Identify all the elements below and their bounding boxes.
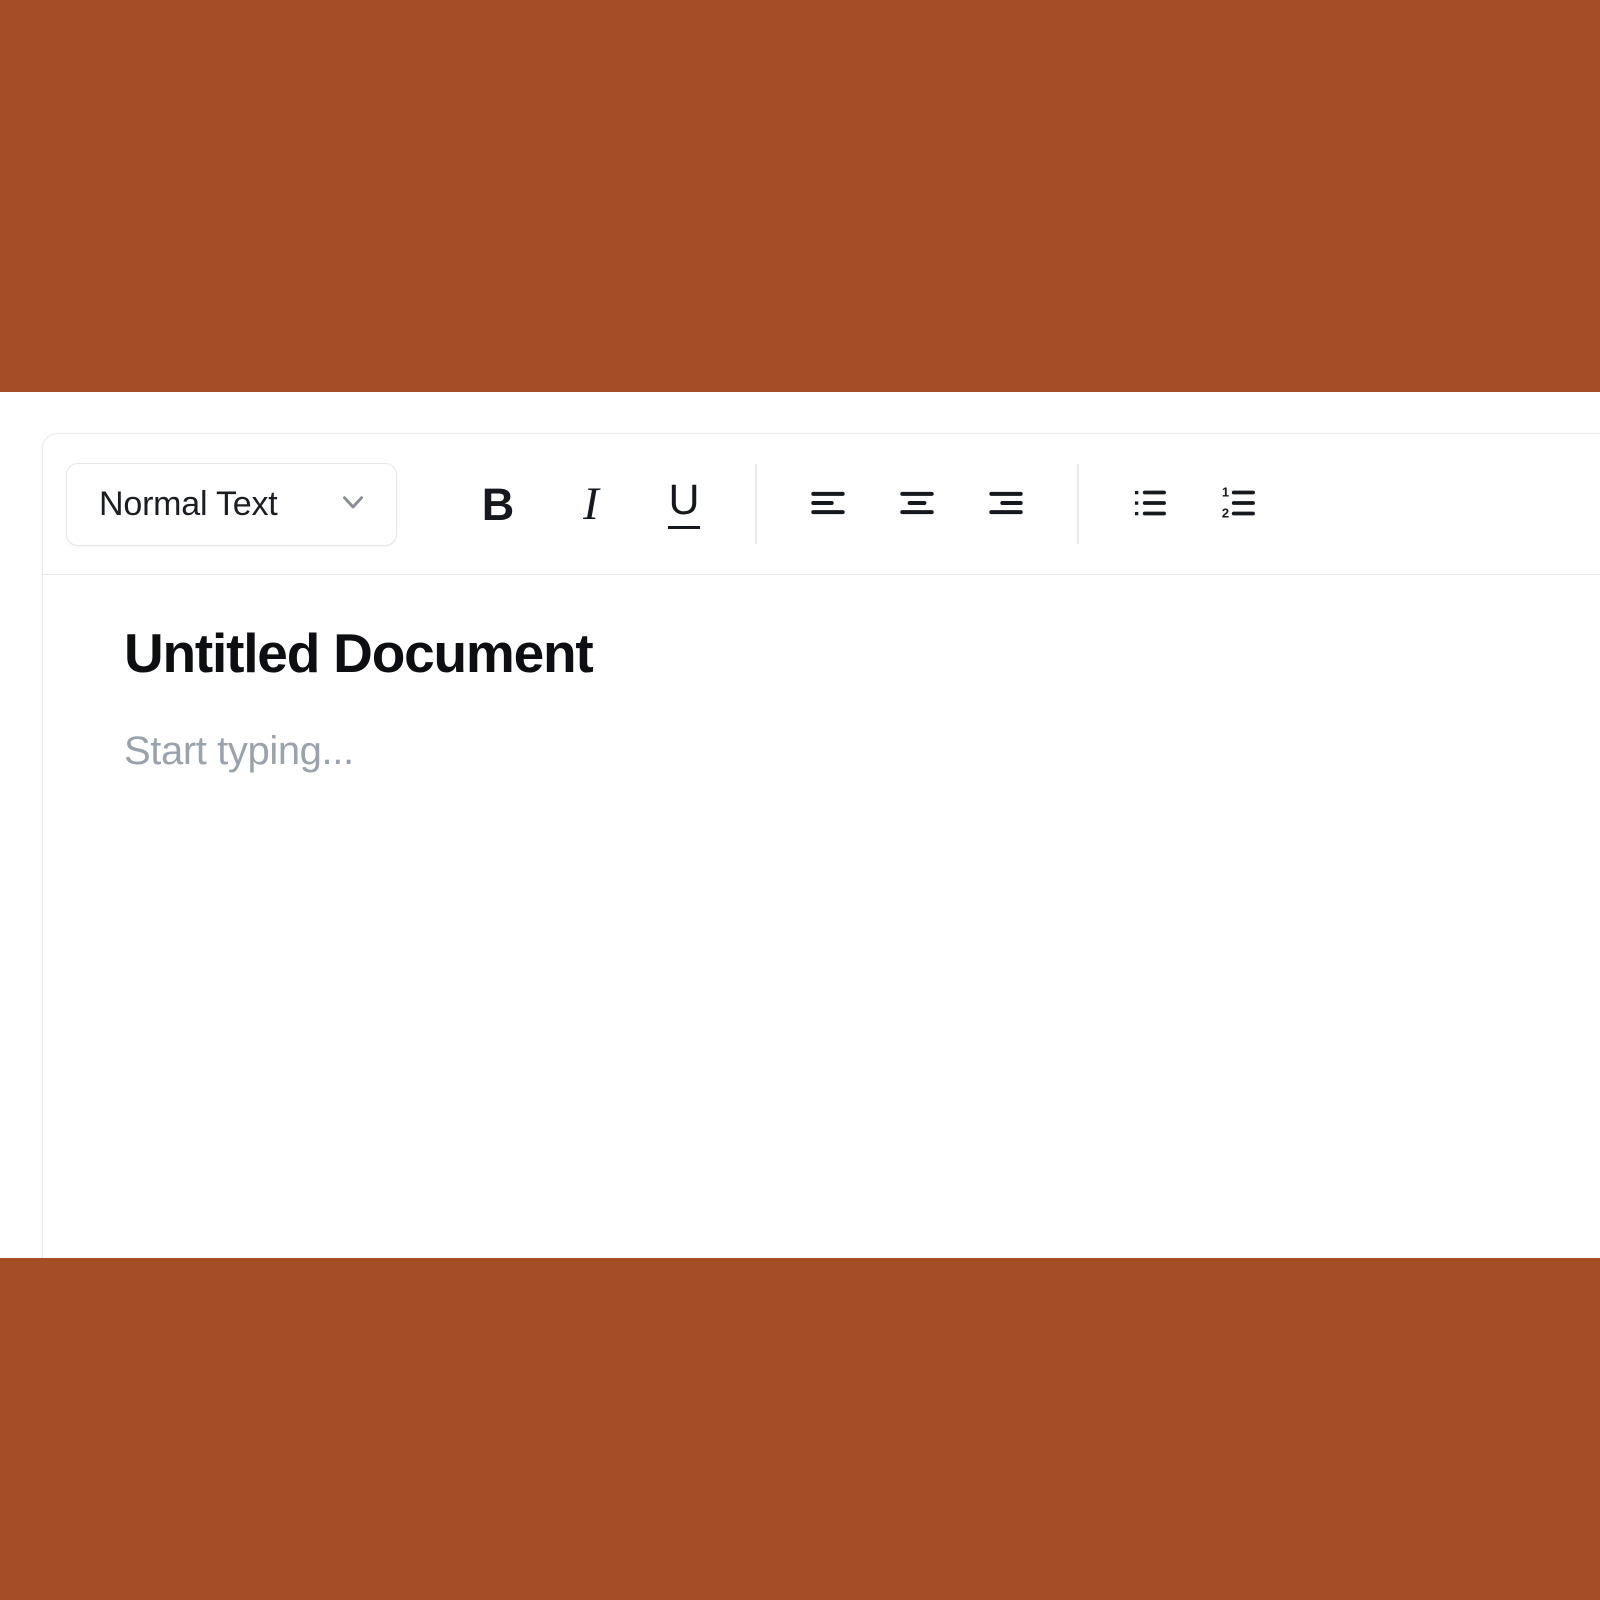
toolbar-separator-2 <box>1077 464 1079 544</box>
list-group: 1 2 <box>1119 473 1270 535</box>
bulleted-list-button[interactable] <box>1119 473 1181 535</box>
italic-icon: I <box>583 477 599 530</box>
document-editor-placeholder[interactable]: Start typing... <box>124 727 1561 775</box>
chevron-down-icon <box>336 485 370 524</box>
italic-button[interactable]: I <box>560 473 622 535</box>
formatting-toolbar: Normal Text B I U 1 2 <box>43 434 1600 575</box>
svg-text:1: 1 <box>1222 484 1229 499</box>
align-right-icon <box>984 481 1028 528</box>
align-left-button[interactable] <box>797 473 859 535</box>
alignment-group <box>797 473 1037 535</box>
style-dropdown[interactable]: Normal Text <box>66 462 397 546</box>
align-center-icon <box>895 481 939 528</box>
document-body: Untitled Document Start typing... <box>43 575 1600 775</box>
document-title[interactable]: Untitled Document <box>124 622 1561 685</box>
numbered-list-icon: 1 2 <box>1218 482 1260 527</box>
style-dropdown-value: Normal Text <box>99 484 278 523</box>
underline-icon: U <box>668 479 700 529</box>
underline-button[interactable]: U <box>653 473 715 535</box>
align-center-button[interactable] <box>886 473 948 535</box>
align-right-button[interactable] <box>975 473 1037 535</box>
numbered-list-button[interactable]: 1 2 <box>1208 473 1270 535</box>
text-format-group: B I U <box>467 473 715 535</box>
align-left-icon <box>806 481 850 528</box>
page-viewport: Normal Text B I U 1 2 Untitled Document … <box>0 392 1600 1258</box>
svg-text:2: 2 <box>1222 505 1229 520</box>
bold-icon: B <box>481 478 515 530</box>
bulleted-list-icon <box>1129 482 1171 527</box>
toolbar-separator-1 <box>755 464 757 544</box>
bold-button[interactable]: B <box>467 473 529 535</box>
editor-card: Normal Text B I U 1 2 Untitled Document … <box>42 433 1600 1258</box>
